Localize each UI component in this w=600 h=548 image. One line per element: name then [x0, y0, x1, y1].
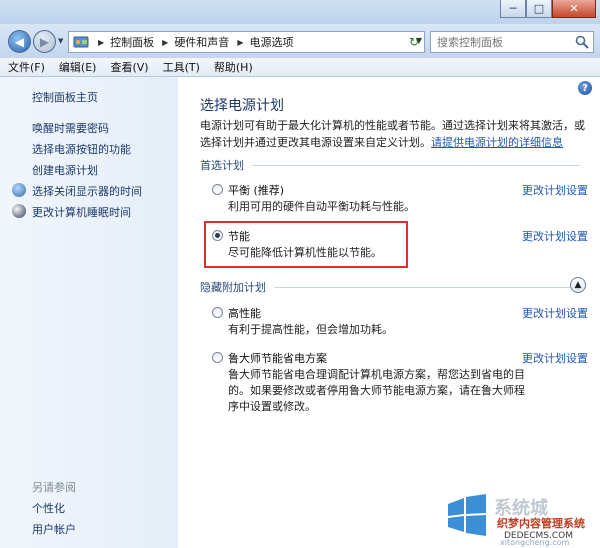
sidebar-item-control-panel-home[interactable]: 控制面板主页 — [32, 89, 98, 105]
navigation-bar: ◀ ▶ ▼ ▶ 控制面板 ▶ 硬件和声音 ▶ 电源选项 ▼ ↻ — [0, 24, 600, 58]
hidden-plans-header: 隐藏附加计划 — [200, 279, 580, 295]
window-controls: ─ □ ✕ — [500, 0, 596, 18]
plan-name: 高性能 — [228, 307, 261, 320]
watermark-url: xitongcheng.com — [500, 538, 570, 547]
arrow-left-icon: ◀ — [14, 34, 25, 49]
chevron-up-icon: ▲ — [574, 280, 582, 290]
help-icon[interactable]: ? — [578, 81, 592, 95]
plan-desc: 利用可用的硬件自动平衡功耗与性能。 — [228, 200, 415, 213]
plan-high-performance-radio[interactable] — [212, 307, 223, 318]
divider — [274, 286, 580, 288]
minimize-button[interactable]: ─ — [500, 0, 526, 18]
plan-name: 平衡 (推荐) — [228, 184, 285, 197]
monitor-icon — [12, 183, 26, 197]
breadcrumb-control-panel[interactable]: 控制面板 — [110, 34, 154, 50]
control-panel-icon — [72, 35, 90, 49]
plan-desc: 鲁大师节能省电合理调配计算机电源方案，帮您达到省电的目的。如果要修改或者停用鲁大… — [228, 368, 525, 413]
main-content: ? 选择电源计划 电源计划可有助于最大化计算机的性能或者节能。通过选择计划来将其… — [178, 77, 600, 548]
menu-file[interactable]: 文件(F) — [8, 59, 45, 75]
breadcrumb-separator: ▶ — [98, 37, 105, 47]
menu-edit[interactable]: 编辑(E) — [59, 59, 97, 75]
sidebar-item-user-accounts[interactable]: 用户帐户 — [32, 521, 76, 537]
hidden-plans-label: 隐藏附加计划 — [200, 281, 266, 294]
highlight-box — [204, 221, 408, 268]
menu-help[interactable]: 帮助(H) — [214, 59, 253, 75]
forward-button[interactable]: ▶ — [33, 30, 56, 53]
search-box[interactable] — [430, 31, 594, 53]
page-title: 选择电源计划 — [200, 98, 284, 114]
maximize-button[interactable]: □ — [526, 0, 552, 18]
close-button[interactable]: ✕ — [552, 0, 596, 18]
address-bar[interactable]: ▶ 控制面板 ▶ 硬件和声音 ▶ 电源选项 ▼ — [68, 31, 425, 53]
search-icon[interactable] — [575, 35, 589, 49]
see-also-heading: 另请参阅 — [32, 481, 76, 494]
refresh-icon: ↻ — [408, 35, 420, 49]
search-input[interactable] — [437, 35, 575, 49]
sidebar-item-display-off[interactable]: 选择关闭显示器的时间 — [32, 183, 142, 199]
preferred-plans-header: 首选计划 — [200, 157, 580, 173]
plan-balanced-radio[interactable] — [212, 184, 223, 195]
sidebar-item-power-buttons[interactable]: 选择电源按钮的功能 — [32, 141, 131, 157]
arrow-right-icon: ▶ — [39, 34, 50, 49]
preferred-plans-label: 首选计划 — [200, 159, 244, 172]
change-plan-settings-link[interactable]: 更改计划设置 — [522, 305, 588, 321]
intro-text: 电源计划可有助于最大化计算机的性能或者节能。通过选择计划来将其激活，或选择计划并… — [200, 117, 588, 151]
refresh-button[interactable]: ↻ — [403, 31, 425, 53]
breadcrumb-power-options[interactable]: 电源选项 — [249, 34, 293, 50]
plan-ludashi-radio[interactable] — [212, 352, 223, 363]
sidebar-item-create-plan[interactable]: 创建电源计划 — [32, 162, 98, 178]
windows-logo-watermark — [448, 494, 486, 536]
breadcrumb-separator: ▶ — [237, 37, 244, 47]
moon-icon — [12, 204, 26, 218]
breadcrumb-hardware-sound[interactable]: 硬件和声音 — [174, 34, 229, 50]
menu-view[interactable]: 查看(V) — [110, 59, 148, 75]
breadcrumb-separator: ▶ — [162, 37, 169, 47]
change-plan-settings-link[interactable]: 更改计划设置 — [522, 350, 588, 366]
sidebar-item-personalization[interactable]: 个性化 — [32, 500, 65, 516]
watermark-site: 织梦内容管理系统 — [497, 517, 585, 530]
collapse-button[interactable]: ▲ — [570, 277, 586, 293]
change-plan-settings-link[interactable]: 更改计划设置 — [522, 182, 588, 198]
menu-tools[interactable]: 工具(T) — [163, 59, 200, 75]
sidebar-item-wake-password[interactable]: 唤醒时需要密码 — [32, 120, 109, 136]
change-plan-settings-link[interactable]: 更改计划设置 — [522, 228, 588, 244]
sidebar: 控制面板主页 唤醒时需要密码 选择电源按钮的功能 创建电源计划 选择关闭显示器的… — [0, 77, 178, 548]
menu-bar: 文件(F) 编辑(E) 查看(V) 工具(T) 帮助(H) — [0, 58, 600, 77]
plan-name: 鲁大师节能省电方案 — [228, 352, 327, 365]
divider — [252, 164, 580, 166]
sidebar-item-sleep-time[interactable]: 更改计算机睡眠时间 — [32, 204, 131, 220]
back-button[interactable]: ◀ — [8, 30, 31, 53]
plan-desc: 有利于提高性能，但会增加功耗。 — [228, 323, 393, 336]
recent-pages-dropdown[interactable]: ▼ — [58, 37, 63, 45]
plan-details-link[interactable]: 请提供电源计划的详细信息 — [431, 136, 563, 149]
